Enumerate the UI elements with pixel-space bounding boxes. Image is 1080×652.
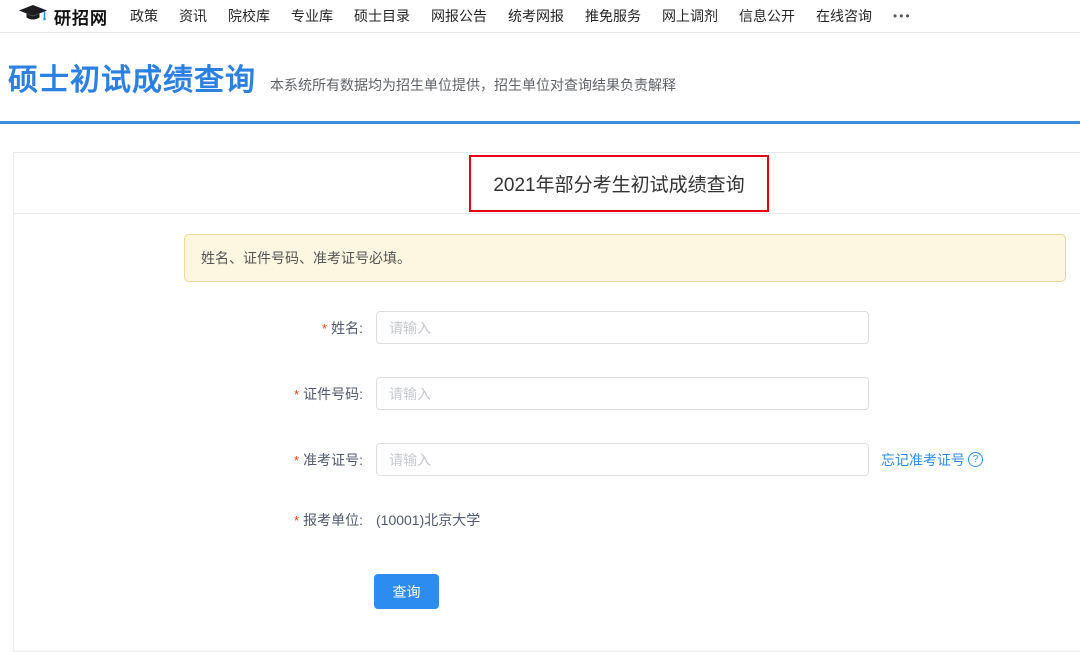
nav-item-master-catalog[interactable]: 硕士目录 (354, 6, 410, 26)
target-institution-label: *报考单位: (14, 510, 376, 530)
nav-menu: 政策 资讯 院校库 专业库 硕士目录 网报公告 统考网报 推免服务 网上调剂 信… (130, 6, 933, 26)
nav-item-college-db[interactable]: 院校库 (228, 6, 270, 26)
required-asterisk: * (294, 513, 299, 528)
id-number-input[interactable] (376, 377, 869, 410)
page-header: 硕士初试成绩查询 本系统所有数据均为招生单位提供，招生单位对查询结果负责解释 (8, 55, 676, 99)
nav-item-online-consult[interactable]: 在线咨询 (816, 6, 872, 26)
nav-item-news[interactable]: 资讯 (179, 6, 207, 26)
query-card: 2021年部分考生初试成绩查询 姓名、证件号码、准考证号必填。 *姓名: *证件… (13, 152, 1080, 652)
form-row-id-number: *证件号码: (14, 377, 1080, 410)
nav-item-unified-exam-reg[interactable]: 统考网报 (508, 6, 564, 26)
nav-item-policy[interactable]: 政策 (130, 6, 158, 26)
form-row-admission-ticket: *准考证号: 忘记准考证号 ? (14, 443, 1080, 476)
page-subtitle: 本系统所有数据均为招生单位提供，招生单位对查询结果负责解释 (270, 75, 676, 95)
form-row-submit: 查询 (14, 574, 1080, 609)
target-institution-value: (10001)北京大学 (376, 510, 480, 530)
admission-ticket-label: *准考证号: (14, 450, 376, 470)
form-row-name: *姓名: (14, 311, 1080, 344)
top-nav: 研招网 政策 资讯 院校库 专业库 硕士目录 网报公告 统考网报 推免服务 网上… (0, 0, 1080, 33)
required-asterisk: * (294, 387, 299, 402)
name-input[interactable] (376, 311, 869, 344)
required-asterisk: * (294, 453, 299, 468)
blue-divider (0, 121, 1080, 124)
name-label: *姓名: (14, 318, 376, 338)
nav-item-info-disclosure[interactable]: 信息公开 (739, 6, 795, 26)
card-header: 2021年部分考生初试成绩查询 (14, 153, 1080, 214)
help-icon[interactable]: ? (968, 452, 983, 467)
nav-item-more[interactable]: ••• (893, 9, 912, 23)
page-title: 硕士初试成绩查询 (8, 55, 256, 99)
nav-item-online-adjustment[interactable]: 网上调剂 (662, 6, 718, 26)
nav-item-online-report-notice[interactable]: 网报公告 (431, 6, 487, 26)
admission-ticket-input[interactable] (376, 443, 869, 476)
site-logo-text: 研招网 (54, 4, 108, 29)
card-title: 2021年部分考生初试成绩查询 (493, 170, 744, 197)
notice-text: 姓名、证件号码、准考证号必填。 (201, 248, 411, 268)
site-logo[interactable]: 研招网 (18, 4, 108, 29)
graduation-cap-icon (18, 4, 48, 29)
nav-item-major-db[interactable]: 专业库 (291, 6, 333, 26)
id-number-label: *证件号码: (14, 384, 376, 404)
annotation-highlight-box: 2021年部分考生初试成绩查询 (469, 155, 769, 212)
required-asterisk: * (322, 321, 327, 336)
nav-item-exempt-service[interactable]: 推免服务 (585, 6, 641, 26)
form-row-target-institution: *报考单位: (10001)北京大学 (14, 503, 1080, 536)
query-button[interactable]: 查询 (374, 574, 439, 609)
forgot-ticket-link[interactable]: 忘记准考证号 ? (881, 450, 983, 470)
required-fields-notice: 姓名、证件号码、准考证号必填。 (184, 234, 1066, 282)
